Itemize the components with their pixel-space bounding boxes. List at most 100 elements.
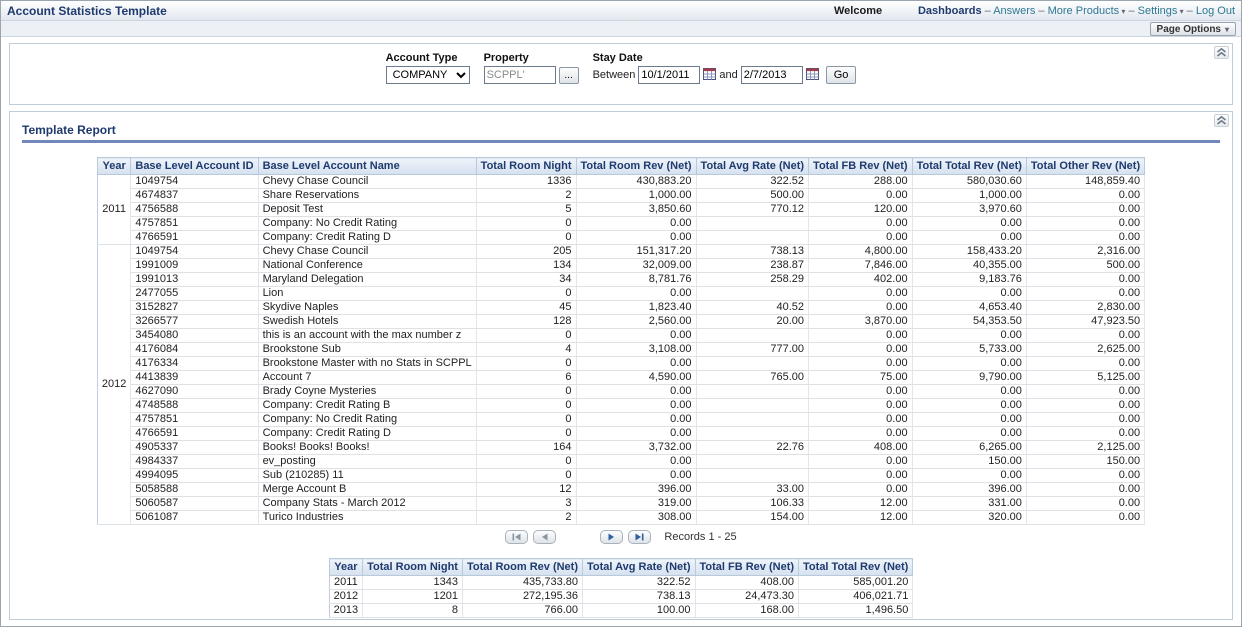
room-rev-cell: 32,009.00: [576, 259, 696, 273]
room-night-cell: 2: [476, 189, 576, 203]
last-page-button[interactable]: [628, 530, 651, 544]
avg-rate-cell: 33.00: [696, 483, 809, 497]
nav-link-answers[interactable]: Answers: [993, 5, 1035, 17]
header-row: YearBase Level Account IDBase Level Acco…: [97, 158, 1144, 175]
total-rev-cell: 0.00: [912, 357, 1026, 371]
room-rev-cell: 0.00: [576, 385, 696, 399]
nav-link-more-products[interactable]: More Products ▾: [1048, 5, 1126, 17]
account-name-cell: Company: No Credit Rating: [258, 217, 476, 231]
go-button[interactable]: Go: [826, 66, 857, 84]
table-row: 5060587Company Stats - March 20123319.00…: [97, 497, 1144, 511]
fb-rev-cell: 168.00: [695, 604, 799, 618]
property-label: Property: [484, 52, 579, 64]
account-name-cell: Brady Coyne Mysteries: [258, 385, 476, 399]
account-id-cell: 1049754: [131, 245, 258, 259]
first-page-button[interactable]: [505, 530, 528, 544]
table-row: 4766591Company: Credit Rating D00.000.00…: [97, 231, 1144, 245]
avg-rate-cell: 258.29: [696, 273, 809, 287]
page-options-button[interactable]: Page Options ▾: [1150, 22, 1236, 36]
other-rev-cell: 2,830.00: [1026, 301, 1144, 315]
room-rev-cell: 0.00: [576, 357, 696, 371]
avg-rate-cell: 770.12: [696, 203, 809, 217]
room-rev-cell: 0.00: [576, 469, 696, 483]
room-night-cell: 205: [476, 245, 576, 259]
room-night-cell: 0: [476, 217, 576, 231]
avg-rate-cell: [696, 231, 809, 245]
room-night-cell: 0: [476, 357, 576, 371]
fb-rev-cell: 12.00: [809, 497, 913, 511]
other-rev-cell: 0.00: [1026, 483, 1144, 497]
fb-rev-cell: 7,846.00: [809, 259, 913, 273]
last-page-icon: [635, 533, 644, 541]
summary-header-row: YearTotal Room NightTotal Room Rev (Net)…: [329, 559, 913, 576]
collapse-section-button[interactable]: [1214, 46, 1229, 59]
account-name-cell: ev_posting: [258, 455, 476, 469]
room-rev-cell: 3,108.00: [576, 343, 696, 357]
calendar-icon[interactable]: [703, 67, 716, 83]
account-name-cell: Deposit Test: [258, 203, 476, 217]
room-night-cell: 12: [476, 483, 576, 497]
next-page-button[interactable]: [600, 530, 623, 544]
summary-wrap: YearTotal Room NightTotal Room Rev (Net)…: [10, 558, 1232, 618]
fb-rev-cell: 0.00: [809, 343, 913, 357]
account-id-cell: 4756588: [131, 203, 258, 217]
fb-rev-cell: 12.00: [809, 511, 913, 525]
avg-rate-cell: [696, 385, 809, 399]
fb-rev-cell: 0.00: [809, 399, 913, 413]
account-name-cell: Chevy Chase Council: [258, 245, 476, 259]
fb-rev-cell: 408.00: [809, 441, 913, 455]
prompt-row: Account Type COMPANY Property ... Stay D…: [10, 44, 1232, 84]
calendar-icon[interactable]: [806, 67, 819, 83]
total-rev-cell: 0.00: [912, 231, 1026, 245]
table-row: 20111049754Chevy Chase Council1336430,88…: [97, 175, 1144, 189]
start-date-input[interactable]: [638, 66, 700, 84]
avg-rate-cell: [696, 455, 809, 469]
total-rev-cell: 150.00: [912, 455, 1026, 469]
collapse-section-button[interactable]: [1214, 114, 1229, 127]
property-input[interactable]: [484, 66, 556, 84]
table-row: 5061087Turico Industries2308.00154.0012.…: [97, 511, 1144, 525]
fb-rev-cell: 0.00: [809, 189, 913, 203]
account-name-cell: Sub (210285) 11: [258, 469, 476, 483]
account-id-cell: 4984337: [131, 455, 258, 469]
prev-page-button[interactable]: [533, 530, 556, 544]
stay-date-label: Stay Date: [593, 52, 857, 64]
room-night-cell: 0: [476, 399, 576, 413]
total-rev-cell: 5,733.00: [912, 343, 1026, 357]
table-row: 4176334Brookstone Master with no Stats i…: [97, 357, 1144, 371]
room-rev-cell: 0.00: [576, 413, 696, 427]
end-date-input[interactable]: [741, 66, 803, 84]
between-label: Between: [593, 69, 636, 81]
account-id-cell: 4748588: [131, 399, 258, 413]
account-id-cell: 4766591: [131, 427, 258, 441]
other-rev-cell: 0.00: [1026, 385, 1144, 399]
total-rev-cell: 9,790.00: [912, 371, 1026, 385]
total-rev-cell: 320.00: [912, 511, 1026, 525]
property-field: Property ...: [484, 52, 579, 84]
room-rev-cell: 272,195.36: [462, 590, 582, 604]
account-name-cell: Merge Account B: [258, 483, 476, 497]
nav-link-log-out[interactable]: Log Out: [1196, 5, 1235, 17]
room-night-cell: 134: [476, 259, 576, 273]
avg-rate-cell: 20.00: [696, 315, 809, 329]
room-rev-cell: 0.00: [576, 329, 696, 343]
pagination-bar: Records 1 - 25: [10, 530, 1232, 544]
other-rev-cell: 47,923.50: [1026, 315, 1144, 329]
account-id-cell: 1991013: [131, 273, 258, 287]
room-rev-cell: 0.00: [576, 427, 696, 441]
top-header-bar: Account Statistics Template Welcome Dash…: [1, 1, 1241, 21]
first-page-icon: [512, 533, 521, 541]
records-label: Records 1 - 25: [664, 531, 736, 543]
total-rev-cell: 331.00: [912, 497, 1026, 511]
fb-rev-cell: 408.00: [695, 576, 799, 590]
nav-link-settings[interactable]: Settings ▾: [1138, 5, 1184, 17]
property-lookup-button[interactable]: ...: [559, 67, 579, 84]
nav-link-dashboards[interactable]: Dashboards: [918, 5, 982, 17]
table-row: 3454080this is an account with the max n…: [97, 329, 1144, 343]
stay-date-field: Stay Date Between and: [593, 52, 857, 84]
account-name-cell: Company: Credit Rating B: [258, 399, 476, 413]
account-type-select[interactable]: COMPANY: [386, 66, 470, 84]
column-header: Base Level Account ID: [131, 158, 258, 175]
other-rev-cell: 0.00: [1026, 469, 1144, 483]
room-night-cell: 164: [476, 441, 576, 455]
